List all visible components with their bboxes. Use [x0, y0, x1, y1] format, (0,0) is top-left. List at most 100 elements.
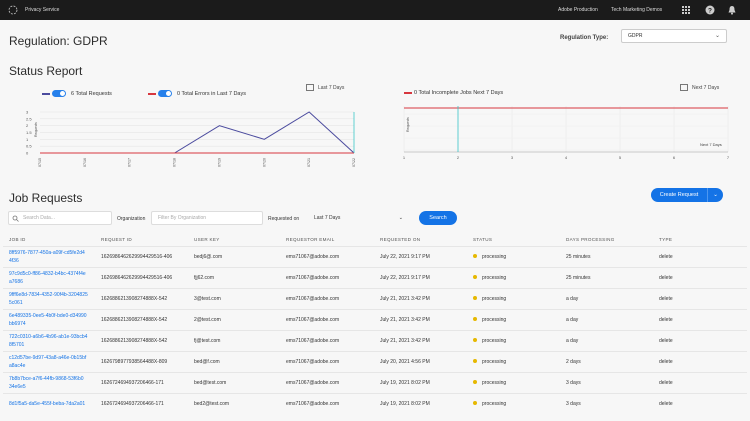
type-cell: delete [653, 287, 747, 309]
errors-toggle[interactable] [158, 90, 172, 97]
user-key-cell: bed@f.com [188, 350, 280, 372]
job-id-link[interactable]: 9fff6e8d-7834-4352-90f4b-3204825 5c061 [3, 287, 95, 309]
request-id-cell: 1626986462629994429516-406 [95, 266, 188, 288]
organization-filter-input[interactable]: Filter By Organization [151, 211, 263, 225]
status-cell: processing [467, 308, 560, 330]
table-row[interactable]: 9fff6e8d-7834-4352-90f4b-3204825 5c061 16… [3, 287, 747, 309]
calendar-icon [306, 84, 314, 91]
y-tick-label: 1.5 [26, 130, 32, 135]
job-id-link[interactable]: 7b8b7bce-a7f6-44fb-9868-53f6b0 34e6e5 [3, 371, 95, 393]
x-tick-label: 07/16 [83, 158, 87, 167]
col-user-key[interactable]: USER KEY [188, 234, 280, 246]
x-tick-label: 07/20 [262, 158, 266, 167]
page-title: Regulation: GDPR [9, 34, 108, 48]
app-name[interactable]: Privacy Service [25, 7, 59, 13]
create-request-button[interactable]: Create Request [651, 188, 707, 202]
days-processing-cell: a day [560, 287, 653, 309]
search-button[interactable]: Search [419, 211, 457, 225]
legend-incomplete: 0 Total Incomplete Jobs Next 7 Days [404, 90, 503, 96]
x-tick-label: 3 [511, 155, 514, 160]
job-id-link[interactable]: 722c0310-a6b6-4b96-ab1e-93bcb4 8f5701 [3, 329, 95, 351]
status-text: processing [482, 337, 507, 344]
type-cell: delete [653, 392, 747, 414]
table-row[interactable]: 8d1f5a5-da5e-455f-beba-7da2a01 1626724694… [3, 392, 747, 414]
org-name[interactable]: Adobe Production [558, 7, 598, 13]
col-type[interactable]: TYPE [653, 234, 747, 246]
requestor-email-cell: ems71067@adobe.com [280, 266, 374, 288]
table-header-row: JOB ID REQUEST ID USER KEY REQUESTOR EMA… [3, 234, 747, 246]
user-key-cell: bedj6@.com [188, 245, 280, 267]
main-content: Regulation: GDPR Regulation Type: GDPR ⌄… [0, 20, 750, 421]
col-job-id[interactable]: JOB ID [3, 234, 95, 246]
apps-grid-icon[interactable] [680, 4, 692, 16]
table-row[interactable]: c12d57be-9d97-43a8-a46e-0b15bf a8ac4e 162… [3, 350, 747, 372]
col-days-processing[interactable]: DAYS PROCESSING [560, 234, 653, 246]
regulation-type-label: Regulation Type: [560, 35, 609, 41]
help-icon[interactable]: ? [704, 4, 716, 16]
y-axis-label: Requests [34, 122, 38, 137]
svg-text:?: ? [708, 7, 712, 14]
x-tick-label: 07/15 [38, 158, 42, 167]
status-cell: processing [467, 350, 560, 372]
requested-on-cell: July 21, 2021 3:42 PM [374, 287, 467, 309]
col-request-id[interactable]: REQUEST ID [95, 234, 188, 246]
status-cell: processing [467, 371, 560, 393]
user-key-cell: bed@test.com [188, 371, 280, 393]
y-tick-label: 2 [26, 123, 29, 128]
requests-chart: 32.5 2 1.5 1 0.5 0 Requests 07/15 07/16 07/17 07/… [26, 110, 356, 168]
status-cell: processing [467, 329, 560, 351]
legend-errors[interactable]: 0 Total Errors in Last 7 Days [148, 90, 246, 97]
status-cell: processing [467, 266, 560, 288]
requestor-email-cell: ems71067@adobe.com [280, 350, 374, 372]
requestor-email-cell: ems71067@adobe.com [280, 329, 374, 351]
status-cell: processing [467, 392, 560, 414]
requests-toggle[interactable] [52, 90, 66, 97]
type-cell: delete [653, 350, 747, 372]
requests-line-swatch [42, 92, 50, 95]
request-id-cell: 1626986462629994429516-406 [95, 245, 188, 267]
col-requested-on[interactable]: REQUESTED ON [374, 234, 467, 246]
table-row[interactable]: 722c0310-a6b6-4b96-ab1e-93bcb4 8f5701 162… [3, 329, 747, 351]
table-row[interactable]: 8ff5976-7877-450a-a09f-cd5fe2d4 4f36 1626… [3, 245, 747, 267]
create-request-dropdown[interactable]: ⌄ [707, 188, 723, 202]
incomplete-line-swatch [404, 92, 412, 94]
org-detail[interactable]: Tech Marketing Demos [611, 7, 662, 13]
x-tick-label: 2 [457, 155, 460, 160]
regulation-type-select[interactable]: GDPR ⌄ [621, 29, 727, 43]
table-row[interactable]: 97c9d5c0-ff86-4832-b4bc-4374f4e a7686 162… [3, 266, 747, 288]
type-cell: delete [653, 245, 747, 267]
days-processing-cell: 25 minutes [560, 245, 653, 267]
table-row[interactable]: 6e489335-0ee5-4b0f-bde0-d34990 bb6974 162… [3, 308, 747, 330]
job-id-link[interactable]: 6e489335-0ee5-4b0f-bde0-d34990 bb6974 [3, 308, 95, 330]
job-id-link[interactable]: c12d57be-9d97-43a8-a46e-0b15bf a8ac4e [3, 350, 95, 372]
status-dot-icon [473, 317, 477, 322]
job-requests-table: JOB ID REQUEST ID USER KEY REQUESTOR EMA… [3, 234, 747, 414]
requested-on-select[interactable]: Last 7 Days ⌄ [308, 211, 408, 225]
next-7-days-picker[interactable]: Next 7 Days [680, 84, 719, 91]
search-input[interactable]: Search Data... [8, 211, 112, 225]
errors-line-swatch [148, 92, 156, 95]
days-processing-cell: 3 days [560, 371, 653, 393]
job-id-link[interactable]: 8ff5976-7877-450a-a09f-cd5fe2d4 4f36 [3, 245, 95, 267]
request-id-cell: 1626724694937206466-171 [95, 371, 188, 393]
col-requestor-email[interactable]: REQUESTOR EMAIL [280, 234, 374, 246]
last-7-days-picker[interactable]: Last 7 Days [306, 84, 344, 91]
type-cell: delete [653, 308, 747, 330]
col-status[interactable]: STATUS [467, 234, 560, 246]
y-tick-label: 0.5 [26, 144, 32, 149]
legend-requests[interactable]: 6 Total Requests [42, 90, 112, 97]
type-cell: delete [653, 329, 747, 351]
status-cell: processing [467, 287, 560, 309]
user-key-cell: 3@test.com [188, 287, 280, 309]
job-id-link[interactable]: 8d1f5a5-da5e-455f-beba-7da2a01 [3, 392, 95, 414]
organization-placeholder: Filter By Organization [158, 215, 207, 221]
status-text: processing [482, 316, 507, 323]
adobe-logo-icon[interactable] [7, 4, 19, 16]
table-row[interactable]: 7b8b7bce-a7f6-44fb-9868-53f6b0 34e6e5 162… [3, 371, 747, 393]
job-id-link[interactable]: 97c9d5c0-ff86-4832-b4bc-4374f4e a7686 [3, 266, 95, 288]
type-cell: delete [653, 266, 747, 288]
request-id-cell: 1626886213908274888X-542 [95, 287, 188, 309]
request-id-cell: 1626886213908274888X-542 [95, 329, 188, 351]
bell-icon[interactable] [726, 4, 738, 16]
y-tick-label: 1 [26, 137, 29, 142]
